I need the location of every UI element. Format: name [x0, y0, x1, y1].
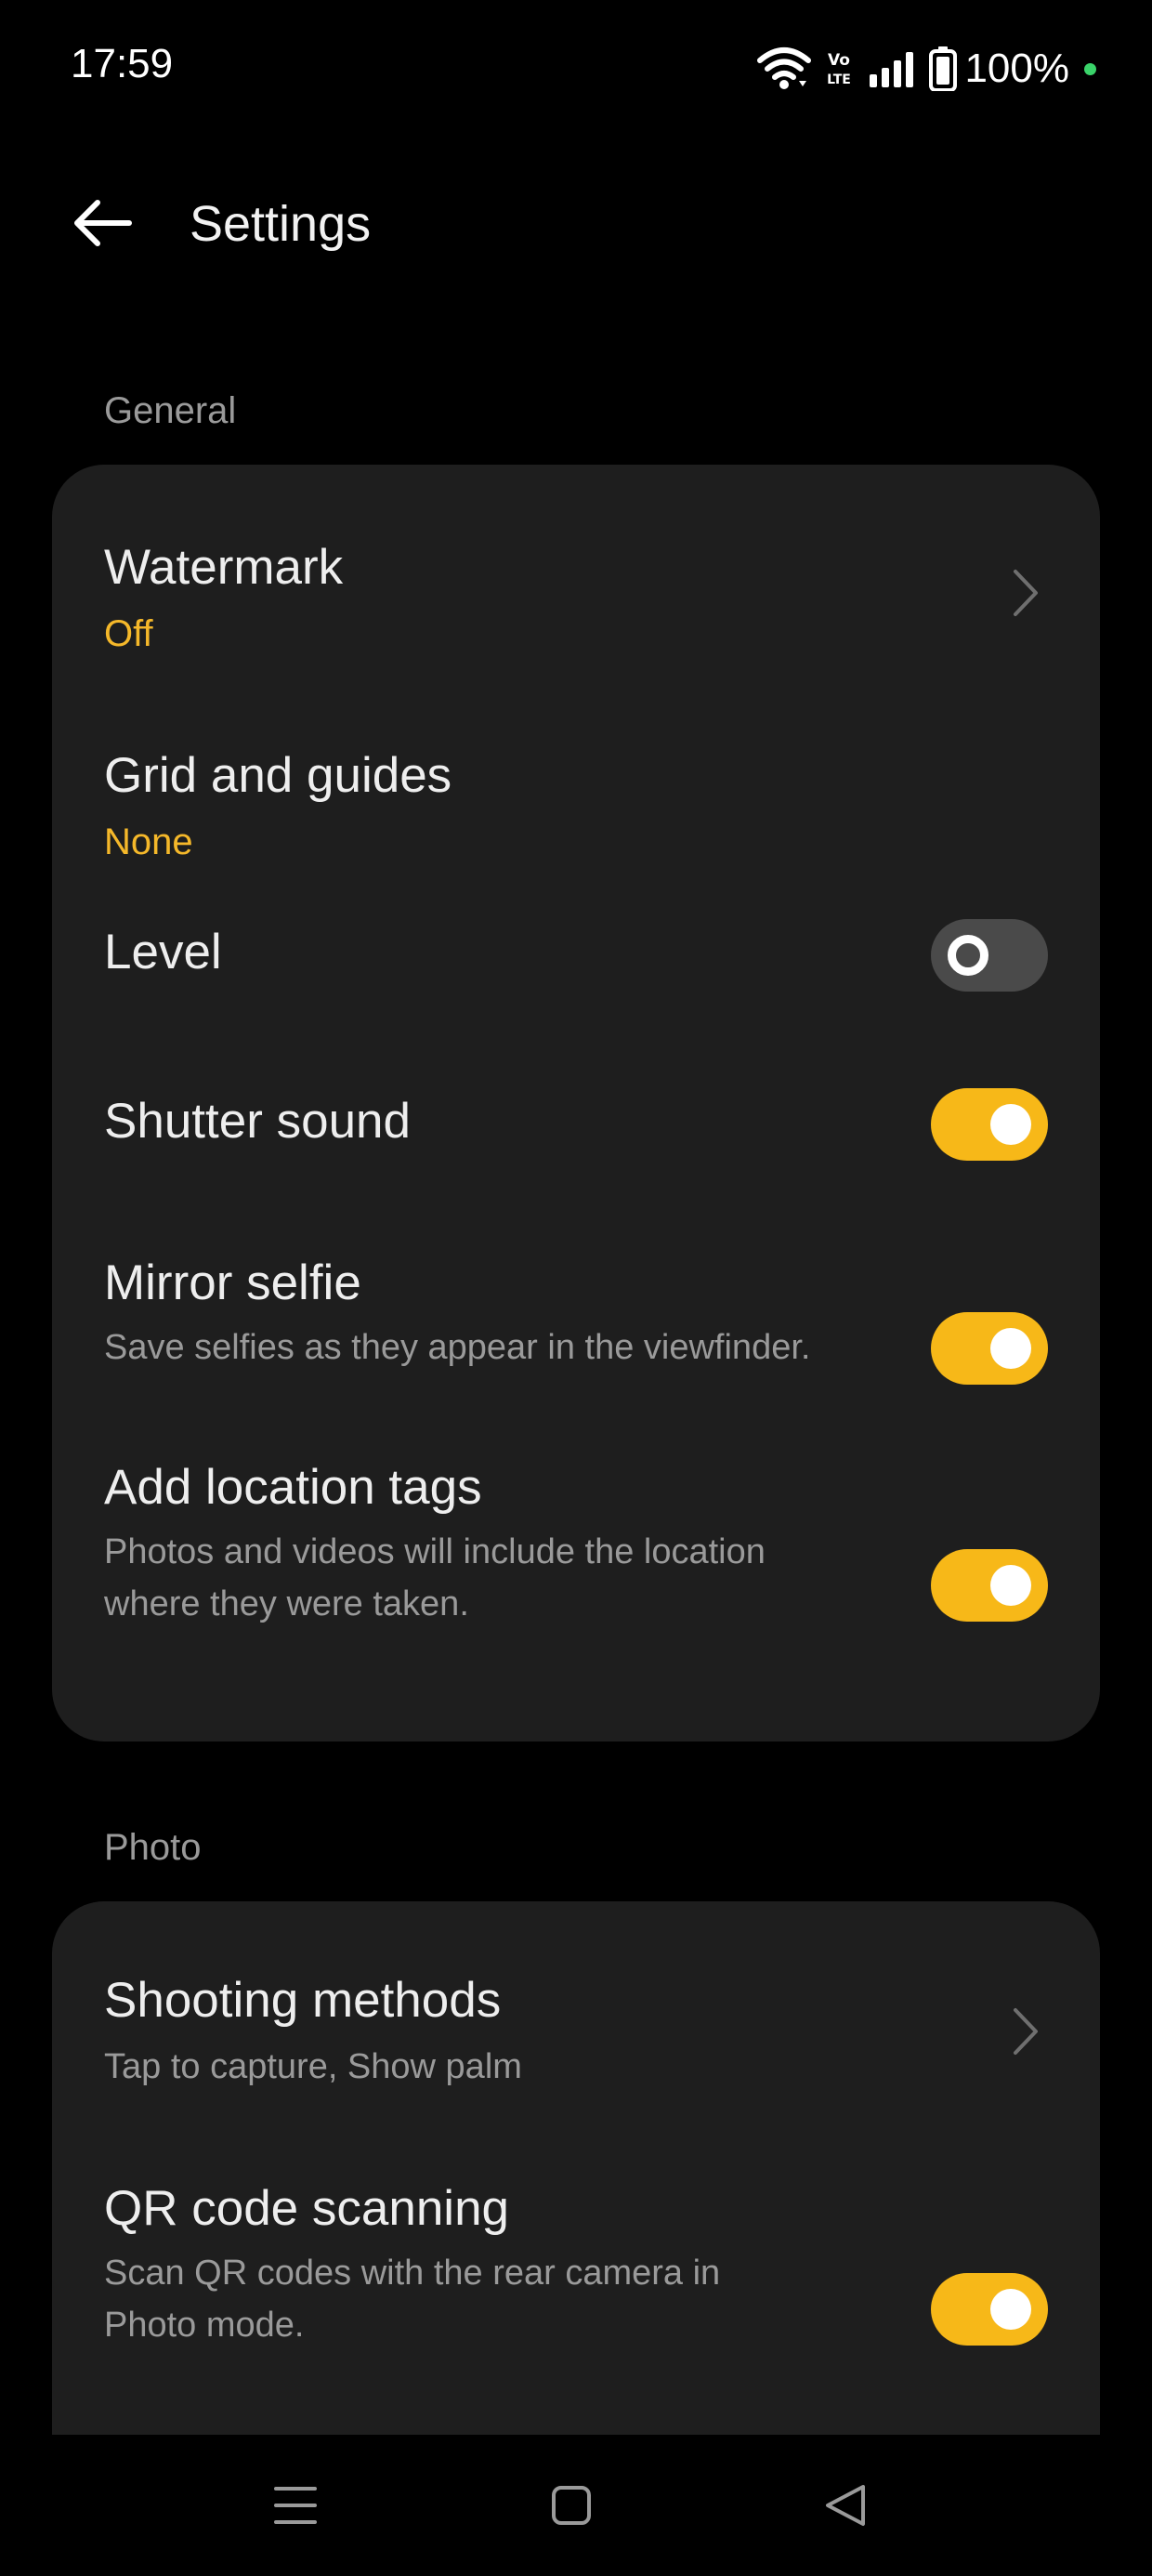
svg-text:Vo: Vo: [829, 51, 851, 70]
page-title: Settings: [190, 196, 372, 252]
setting-row-level[interactable]: Level: [52, 868, 1100, 1037]
general-settings-card: Watermark Off Grid and guides None Level…: [52, 465, 1100, 1741]
home-button[interactable]: [506, 2435, 636, 2576]
status-bar: 17:59 Vo LTE 100%: [0, 0, 1152, 139]
setting-row-watermark[interactable]: Watermark Off: [52, 465, 1100, 662]
shutter-sound-toggle[interactable]: [931, 1088, 1048, 1161]
back-triangle-icon: [826, 2485, 865, 2526]
location-tags-toggle[interactable]: [931, 1549, 1048, 1622]
toggle-knob: [948, 935, 988, 976]
qr-code-scanning-toggle[interactable]: [931, 2273, 1048, 2346]
setting-title: Level: [104, 925, 222, 979]
mirror-selfie-toggle[interactable]: [931, 1312, 1048, 1385]
back-button[interactable]: [65, 186, 139, 260]
setting-row-qr-code-scanning[interactable]: QR code scanning Scan QR codes with the …: [52, 2111, 1100, 2435]
setting-description: Tap to capture, Show palm: [104, 2047, 522, 2086]
toggle-knob: [990, 2289, 1031, 2330]
setting-title: QR code scanning: [104, 2181, 510, 2236]
setting-title: Add location tags: [104, 1460, 482, 1515]
setting-row-add-location-tags[interactable]: Add location tags Photos and videos will…: [52, 1403, 1100, 1741]
svg-text:LTE: LTE: [828, 72, 852, 87]
section-header-general: General: [104, 390, 237, 431]
level-toggle[interactable]: [931, 919, 1048, 992]
camera-settings-screen: 17:59 Vo LTE 100% Settings General Water…: [0, 0, 1152, 2576]
toggle-knob: [990, 1104, 1031, 1145]
app-header: Settings: [0, 167, 1152, 279]
setting-value: None: [104, 821, 193, 862]
status-time: 17:59: [71, 41, 174, 86]
setting-title: Watermark: [104, 540, 344, 595]
volte-icon: Vo LTE: [825, 48, 853, 89]
setting-row-shutter-sound[interactable]: Shutter sound: [52, 1037, 1100, 1206]
wifi-icon: [756, 46, 812, 92]
setting-value: Off: [104, 613, 153, 654]
nav-back-button[interactable]: [780, 2435, 910, 2576]
setting-row-grid-and-guides[interactable]: Grid and guides None: [52, 662, 1100, 868]
setting-description-line1: Photos and videos will include the locat…: [104, 1532, 766, 1571]
recents-button[interactable]: [230, 2435, 360, 2576]
toggle-knob: [990, 1565, 1031, 1606]
section-header-photo: Photo: [104, 1827, 202, 1868]
setting-title: Mirror selfie: [104, 1255, 361, 1310]
status-indicator-dot: [1084, 62, 1096, 75]
setting-description-line2: where they were taken.: [104, 1584, 469, 1623]
setting-title: Grid and guides: [104, 748, 452, 803]
signal-icon: [870, 50, 918, 87]
setting-description-line1: Scan QR codes with the rear camera in: [104, 2254, 721, 2293]
setting-row-shooting-methods[interactable]: Shooting methods Tap to capture, Show pa…: [52, 1901, 1100, 2111]
home-icon: [552, 2486, 591, 2525]
chevron-right-icon: [1007, 2005, 1044, 2057]
status-icons: Vo LTE 100%: [756, 41, 1096, 97]
photo-settings-card: Shooting methods Tap to capture, Show pa…: [52, 1901, 1100, 2435]
chevron-right-icon: [1007, 567, 1044, 619]
setting-title: Shutter sound: [104, 1094, 412, 1149]
setting-title: Shooting methods: [104, 1973, 502, 2028]
arrow-left-icon: [74, 200, 132, 246]
battery-percentage: 100%: [964, 46, 1069, 91]
system-nav-bar: [0, 2435, 1152, 2576]
setting-description-line2: Photo mode.: [104, 2306, 305, 2345]
menu-icon: [274, 2487, 317, 2524]
toggle-knob: [990, 1328, 1031, 1369]
battery-icon: [929, 46, 958, 91]
setting-row-mirror-selfie[interactable]: Mirror selfie Save selfies as they appea…: [52, 1206, 1100, 1403]
setting-description: Save selfies as they appear in the viewf…: [104, 1328, 811, 1367]
